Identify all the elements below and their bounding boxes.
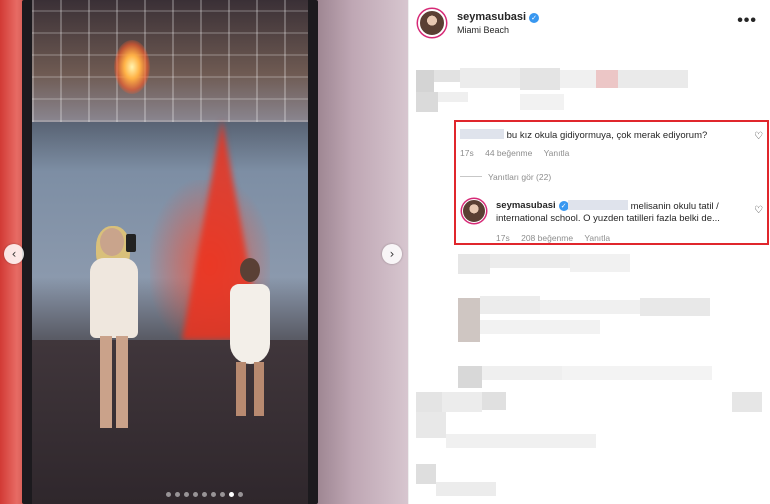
woman-figure	[82, 226, 144, 438]
like-reply-heart-icon[interactable]: ♡	[754, 206, 764, 216]
like-comment-heart-icon[interactable]: ♡	[754, 132, 764, 142]
reply-button[interactable]: Yanıtla	[544, 148, 570, 158]
ceiling-light	[114, 40, 150, 94]
redacted-mention	[568, 200, 628, 210]
carousel-dot	[175, 492, 180, 497]
carousel-prev-button[interactable]: ‹	[4, 244, 24, 264]
carousel-dots	[166, 492, 243, 497]
carousel-dot	[220, 492, 225, 497]
carousel-next-button[interactable]: ›	[382, 244, 402, 264]
mirror-reflection	[32, 0, 308, 504]
carousel-dot	[184, 492, 189, 497]
redacted-username	[460, 129, 504, 139]
reply-text-line1: melisanin okulu tatil /	[630, 201, 719, 212]
more-options-icon[interactable]: •••	[737, 12, 757, 30]
post-header: seymasubasi ✓ Miami Beach •••	[409, 0, 770, 46]
carousel-dot	[211, 492, 216, 497]
carousel-dot	[202, 492, 207, 497]
chevron-left-icon: ‹	[11, 247, 17, 261]
reply-username[interactable]: seymasubasi ✓	[496, 200, 569, 212]
carousel-dot	[166, 492, 171, 497]
comment-text: bu kız okula gidiyormuya, çok merak ediy…	[506, 130, 708, 141]
comment-time: 17s	[460, 148, 474, 158]
carousel-dot	[193, 492, 198, 497]
post-photo[interactable]: ‹ ›	[0, 0, 408, 504]
comment-likes[interactable]: 44 beğenme	[485, 148, 532, 158]
girl-figure	[222, 258, 278, 418]
reply-text-line2: international school. O yuzden tatilleri…	[496, 213, 720, 224]
carousel-dot	[238, 492, 243, 497]
ceiling-grid	[32, 0, 308, 122]
location-link[interactable]: Miami Beach	[457, 25, 509, 35]
reply-avatar[interactable]	[462, 199, 486, 223]
avatar[interactable]	[418, 9, 446, 37]
reply-likes[interactable]: 208 beğenme	[521, 233, 573, 243]
reply-reply-button[interactable]: Yanıtla	[584, 233, 610, 243]
divider-line	[460, 176, 482, 177]
verified-badge-icon: ✓	[529, 13, 540, 23]
username-link[interactable]: seymasubasi ✓	[457, 11, 540, 23]
reply-time: 17s	[496, 233, 510, 243]
carousel-dot	[229, 492, 234, 497]
chevron-right-icon: ›	[389, 247, 395, 261]
view-replies-button[interactable]: Yanıtları gör (22)	[460, 172, 551, 182]
